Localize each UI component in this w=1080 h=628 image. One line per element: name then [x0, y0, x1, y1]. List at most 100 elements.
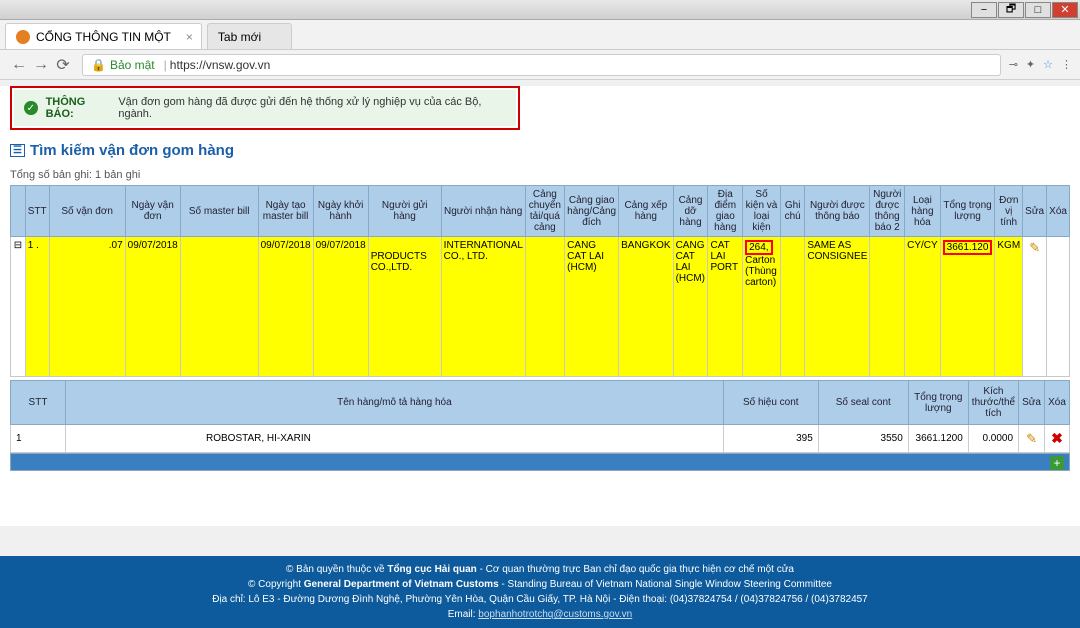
- scol-shc: Số hiệu cont: [723, 381, 818, 425]
- col-cctqc: Cảng chuyển tải/quá cảng: [525, 186, 565, 237]
- tab-new[interactable]: Tab mới: [207, 23, 292, 49]
- col-ddgh: Địa điểm giao hàng: [708, 186, 743, 237]
- col-skvlk: Số kiện và loại kiện: [743, 186, 781, 237]
- cell-ntmb: 09/07/2018: [258, 237, 313, 377]
- restore-button[interactable]: 🗗: [998, 2, 1024, 18]
- cell-nkh: 09/07/2018: [313, 237, 368, 377]
- alert-message: Vận đơn gom hàng đã được gửi đến hệ thốn…: [118, 96, 506, 120]
- forward-button[interactable]: →: [30, 56, 52, 74]
- sub-header-row: STT Tên hàng/mô tả hàng hóa Số hiệu cont…: [11, 381, 1070, 425]
- scol-ttl: Tổng trọng lượng: [908, 381, 968, 425]
- cell-ngh: PRODUCTS CO.,LTD.: [368, 237, 441, 377]
- scell-ttl: 3661.1200: [908, 425, 968, 453]
- address-bar: ← → ⟳ 🔒 Bảo mật | https://vnsw.gov.vn ⊸ …: [0, 50, 1080, 80]
- col-sua: Sửa: [1023, 186, 1047, 237]
- addr-icons: ⊸ ✦ ☆ ⋮: [1009, 58, 1072, 71]
- cell-ddgh: CAT LAI PORT: [708, 237, 743, 377]
- sub-table: STT Tên hàng/mô tả hàng hóa Số hiệu cont…: [10, 380, 1070, 453]
- sub-edit-button[interactable]: ✎: [1019, 425, 1045, 453]
- menu-icon[interactable]: ⋮: [1061, 58, 1072, 71]
- cell-lhh: CY/CY: [905, 237, 941, 377]
- scell-ssc: 3550: [818, 425, 908, 453]
- lock-icon: 🔒: [91, 58, 106, 72]
- tab-title: CỔNG THÔNG TIN MỘT: [36, 30, 171, 44]
- tab-active[interactable]: CỔNG THÔNG TIN MỘT ×: [5, 23, 202, 49]
- expand-toggle[interactable]: ⊟: [11, 237, 26, 377]
- footer-email-link[interactable]: bophanhotrotchq@customs.gov.vn: [478, 609, 632, 620]
- url-domain: vnsw.gov.vn: [206, 58, 270, 72]
- close-window-button[interactable]: ✕: [1052, 2, 1078, 18]
- table-row: ⊟ 1 . .07 09/07/2018 09/07/2018 09/07/20…: [11, 237, 1070, 377]
- scell-shc: 395: [723, 425, 818, 453]
- col-dvt: Đơn vị tính: [995, 186, 1023, 237]
- scell-ten: ROBOSTAR, HI-XARIN: [66, 425, 724, 453]
- key-icon[interactable]: ⊸: [1009, 58, 1018, 71]
- scol-ten: Tên hàng/mô tả hàng hóa: [66, 381, 724, 425]
- col-nnh: Người nhận hàng: [441, 186, 525, 237]
- tabs-bar: CỔNG THÔNG TIN MỘT × Tab mới: [0, 20, 1080, 50]
- alert-highlight: ✓ THÔNG BÁO: Vận đơn gom hàng đã được gử…: [10, 86, 520, 130]
- delete-button[interactable]: [1047, 237, 1070, 377]
- star-icon[interactable]: ☆: [1043, 58, 1053, 71]
- col-ndtb2: Người được thông báo 2: [870, 186, 905, 237]
- main-table: STT Số vận đơn Ngày vận đơn Số master bi…: [10, 185, 1070, 377]
- cell-smb: [180, 237, 258, 377]
- content-area: ✓ THÔNG BÁO: Vận đơn gom hàng đã được gử…: [0, 86, 1080, 526]
- favicon-icon: [16, 30, 30, 44]
- scell-ktt: 0.0000: [968, 425, 1018, 453]
- cell-cdh: CANG CAT LAI (HCM): [673, 237, 708, 377]
- cell-dvt: KGM: [995, 237, 1023, 377]
- col-cghcd: Cảng giao hàng/Cảng đích: [565, 186, 619, 237]
- sub-table-footer: +: [10, 453, 1070, 471]
- col-stt: STT: [25, 186, 49, 237]
- col-ndtb: Người được thông báo: [805, 186, 870, 237]
- sub-delete-button[interactable]: ✖: [1045, 425, 1070, 453]
- col-xoa: Xóa: [1047, 186, 1070, 237]
- scol-ssc: Số seal cont: [818, 381, 908, 425]
- col-cdh: Cảng dỡ hàng: [673, 186, 708, 237]
- col-expand: [11, 186, 26, 237]
- tab-title: Tab mới: [218, 30, 261, 44]
- cell-nnh: INTERNATIONAL CO., LTD.: [441, 237, 525, 377]
- page-footer: © Bản quyền thuộc về Tổng cục Hải quan -…: [0, 556, 1080, 628]
- tab-close-icon[interactable]: ×: [186, 30, 193, 44]
- maximize-button[interactable]: □: [1025, 2, 1051, 18]
- url-sep: |: [164, 58, 167, 72]
- col-gc: Ghi chú: [780, 186, 804, 237]
- window-controls: − 🗗 □ ✕: [0, 0, 1080, 20]
- col-nkh: Ngày khởi hành: [313, 186, 368, 237]
- ext-icon[interactable]: ✦: [1026, 58, 1035, 71]
- scol-sua: Sửa: [1019, 381, 1045, 425]
- scol-ktt: Kích thước/thể tích: [968, 381, 1018, 425]
- col-ngh: Người gửi hàng: [368, 186, 441, 237]
- check-icon: ✓: [24, 101, 38, 115]
- header-row: STT Số vận đơn Ngày vận đơn Số master bi…: [11, 186, 1070, 237]
- cell-stt: 1 .: [25, 237, 49, 377]
- scol-stt: STT: [11, 381, 66, 425]
- record-count: Tổng số bản ghi: 1 bản ghi: [10, 169, 1070, 181]
- back-button[interactable]: ←: [8, 56, 30, 74]
- add-row-button[interactable]: +: [1050, 456, 1064, 470]
- cell-cxh: BANGKOK: [619, 237, 673, 377]
- url-prefix: https://: [170, 58, 206, 72]
- cell-ttl: 3661.120: [940, 237, 995, 377]
- cell-ndtb2: [870, 237, 905, 377]
- col-ntmb: Ngày tạo master bill: [258, 186, 313, 237]
- sub-table-wrap: STT Tên hàng/mô tả hàng hóa Số hiệu cont…: [10, 380, 1070, 471]
- cell-nvd: 09/07/2018: [125, 237, 180, 377]
- cell-cghcd: CANG CAT LAI (HCM): [565, 237, 619, 377]
- reload-button[interactable]: ⟳: [52, 55, 74, 75]
- page-title: ☰ Tìm kiếm vận đơn gom hàng: [10, 142, 1070, 159]
- col-smb: Số master bill: [180, 186, 258, 237]
- scell-stt: 1: [11, 425, 66, 453]
- edit-button[interactable]: ✎: [1023, 237, 1047, 377]
- url-input[interactable]: 🔒 Bảo mật | https://vnsw.gov.vn: [82, 54, 1001, 76]
- cell-cctqc: [525, 237, 565, 377]
- cell-ndtb: SAME AS CONSIGNEE: [805, 237, 870, 377]
- alert-title: THÔNG BÁO:: [46, 96, 115, 120]
- minimize-button[interactable]: −: [971, 2, 997, 18]
- secure-label: Bảo mật: [110, 58, 155, 72]
- col-cxh: Cảng xếp hàng: [619, 186, 673, 237]
- page-title-text: Tìm kiếm vận đơn gom hàng: [30, 142, 234, 159]
- alert-banner: ✓ THÔNG BÁO: Vận đơn gom hàng đã được gử…: [14, 90, 516, 126]
